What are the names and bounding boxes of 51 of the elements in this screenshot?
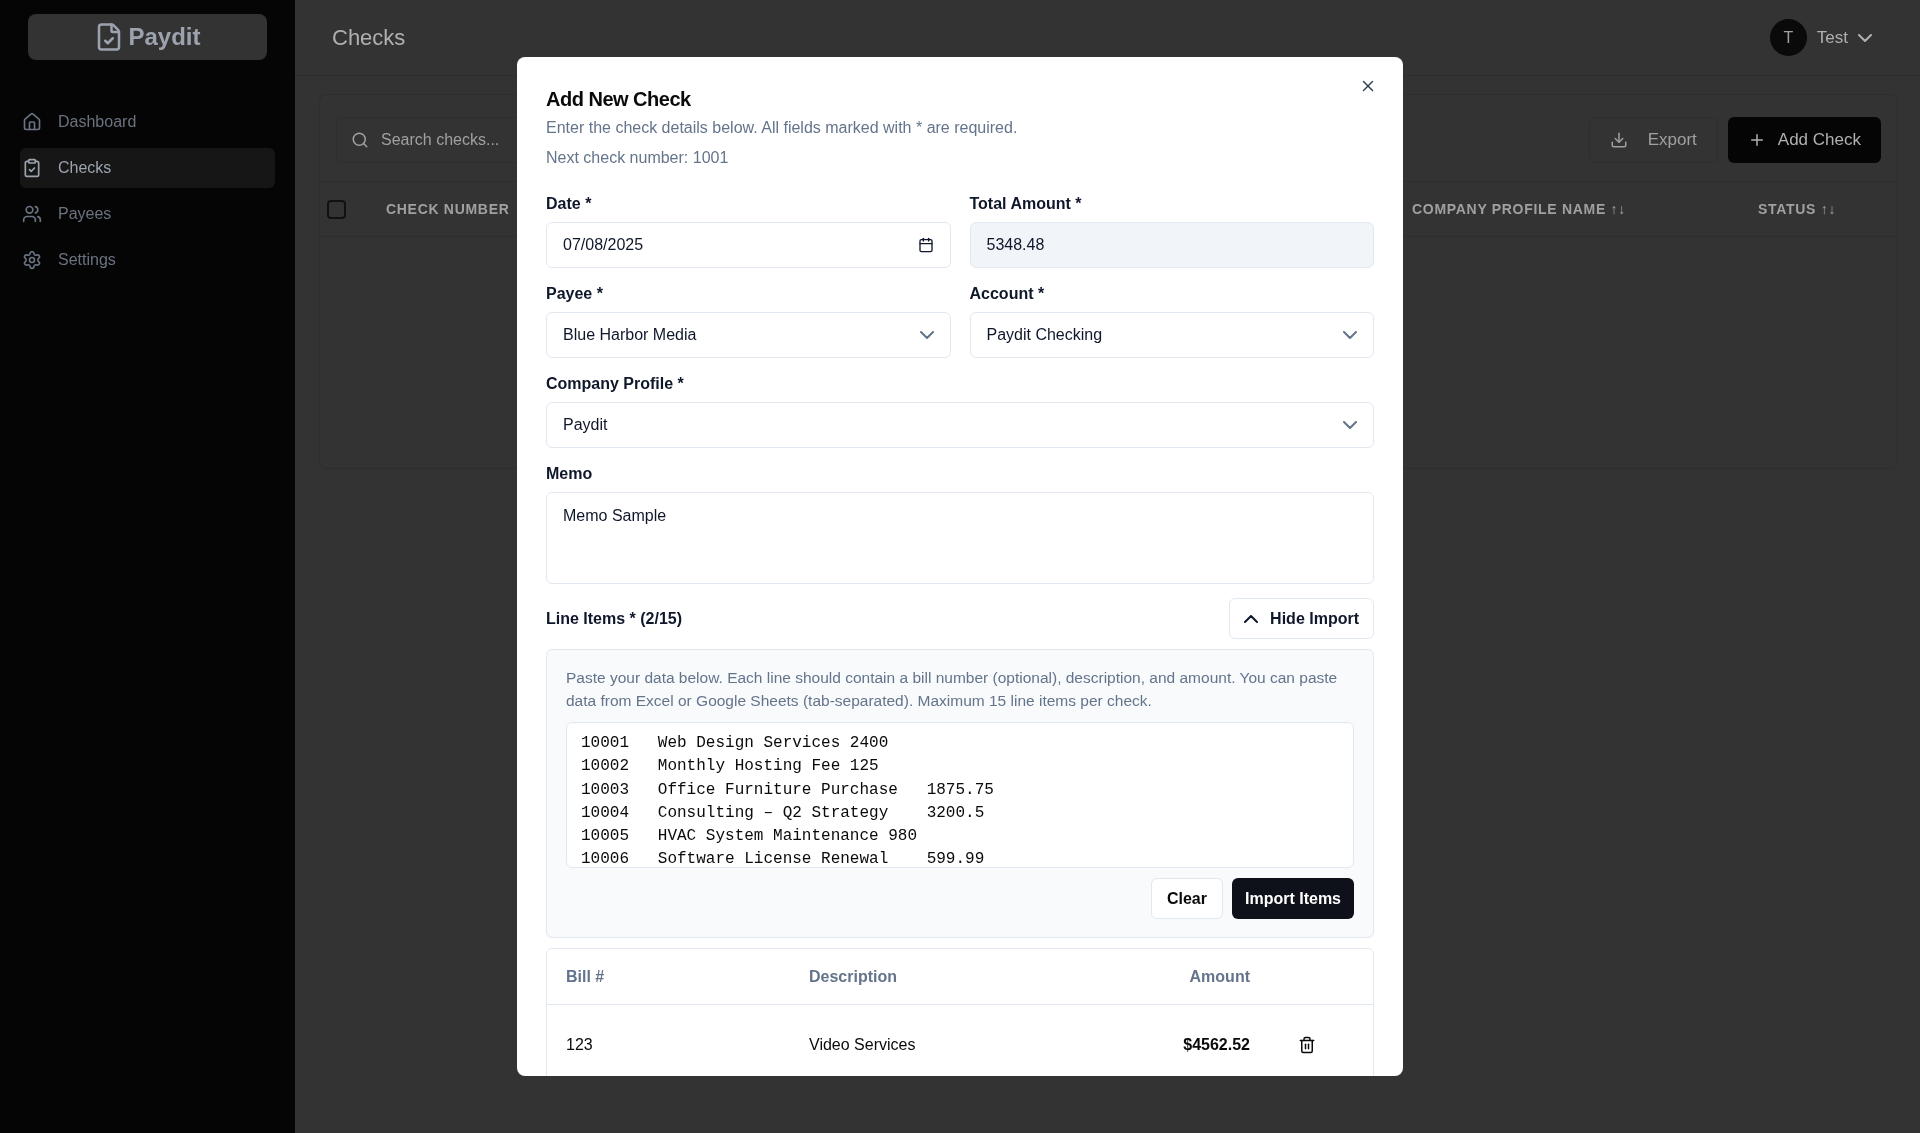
export-button[interactable]: Export (1588, 117, 1718, 163)
memo-field[interactable]: Memo Sample (546, 492, 1374, 584)
table-cell-text: Video Services (809, 1035, 917, 1055)
table-cell-text: 123 (566, 1035, 594, 1055)
users-icon (22, 204, 42, 224)
sidebar-item[interactable]: Payees (20, 194, 275, 234)
select-all-checkbox[interactable] (327, 199, 346, 219)
chevron-down-icon (919, 331, 934, 339)
select-field[interactable]: Paydit (546, 402, 1374, 448)
field-label: Total Amount * (969, 194, 1083, 214)
page-title: Checks (332, 24, 406, 52)
add-check-button[interactable]: Add Check (1727, 117, 1881, 163)
chevron-down-icon (1343, 421, 1357, 429)
dialog-title: Add New Check (546, 87, 691, 112)
logo: Paydit (28, 14, 267, 60)
user-menu[interactable]: T Test (1769, 19, 1872, 56)
clipboard-icon (22, 158, 42, 178)
delete-button[interactable] (1298, 1036, 1316, 1054)
field-label: Company Profile * (546, 374, 685, 394)
column-header: Amount (1188, 966, 1250, 987)
import-items-button[interactable]: Import Items (1232, 878, 1354, 919)
gear-icon (22, 250, 42, 270)
column-header: Description (809, 966, 898, 987)
home-icon (22, 112, 42, 132)
download-icon (1609, 131, 1628, 149)
select-field[interactable]: Blue Harbor Media (546, 312, 951, 358)
sidebar-item[interactable]: Checks (20, 148, 275, 188)
chevron-up-icon (1244, 614, 1259, 623)
field-label: Date * (546, 194, 593, 214)
sidebar-item[interactable]: Dashboard (20, 102, 275, 142)
column-header: Bill # (566, 966, 606, 987)
hide-import-button[interactable]: Hide Import (1229, 598, 1374, 639)
avatar: T (1769, 19, 1807, 56)
clear-button[interactable]: Clear (1150, 878, 1223, 919)
chevron-down-icon (1343, 331, 1357, 339)
line-items-label: Line Items * (2/15) (546, 608, 683, 629)
search-icon (351, 131, 369, 149)
column-header[interactable]: COMPANY PROFILE NAME ↑↓ (1412, 198, 1758, 220)
field-label: Memo (546, 464, 594, 484)
import-instructions: Paste your data below. Each line should contain a bill number (optional), description, and amount. You can paste data from Excel or Google Sheets (tab-separated). Maximum 15 line items per check. (566, 668, 1339, 711)
select-field[interactable]: Paydit Checking (969, 312, 1374, 358)
sidebar-item[interactable]: Settings (20, 240, 275, 280)
chevron-down-icon (1858, 33, 1872, 42)
field-label: Payee * (546, 284, 604, 304)
calendar-icon (917, 237, 934, 253)
field-label: Account * (969, 284, 1046, 304)
column-header[interactable]: STATUS ↑↓ (1758, 198, 1837, 220)
table-cell-text: $4562.52 (1182, 1035, 1250, 1055)
trash-icon (1298, 1036, 1316, 1054)
import-text-area[interactable]: 10001 Web Design Services 2400 10002 Monthly Hosting Fee 125 10003 Office Furniture Purchase 1875.75 10004 Consulting – Q2 Strategy 3200.5 10005 HVAC System Maintenance 980 10006 Software License Renewal 599.99 (566, 722, 1354, 868)
date-field[interactable]: 07/08/2025 (546, 222, 951, 268)
